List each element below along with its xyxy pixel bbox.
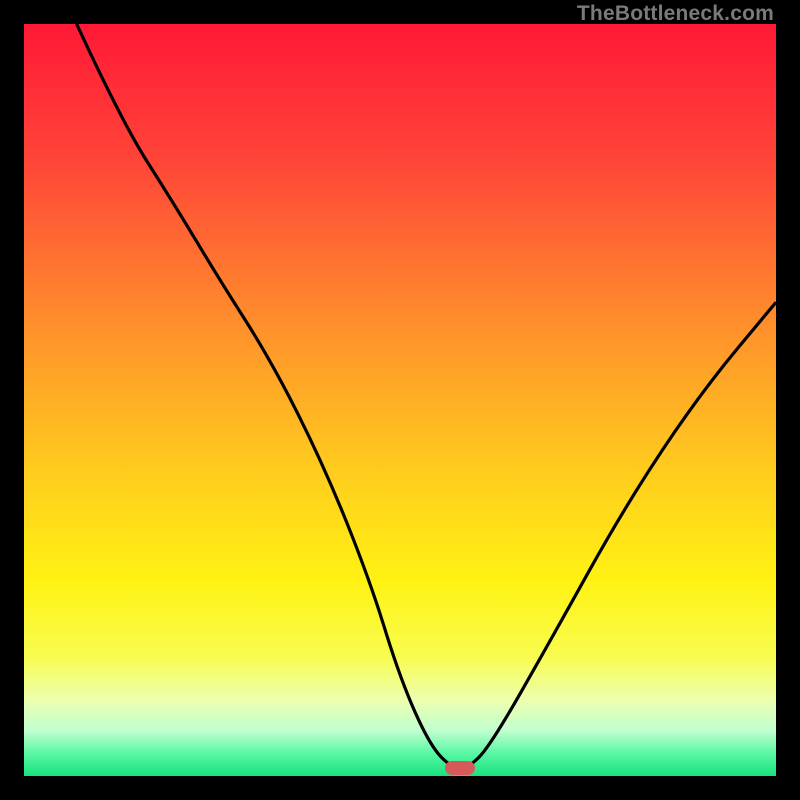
chart-frame: TheBottleneck.com: [0, 0, 800, 800]
chart-plot-area: [24, 24, 776, 776]
watermark-text: TheBottleneck.com: [577, 2, 774, 26]
optimal-marker: [445, 761, 475, 775]
bottleneck-curve: [24, 24, 776, 776]
